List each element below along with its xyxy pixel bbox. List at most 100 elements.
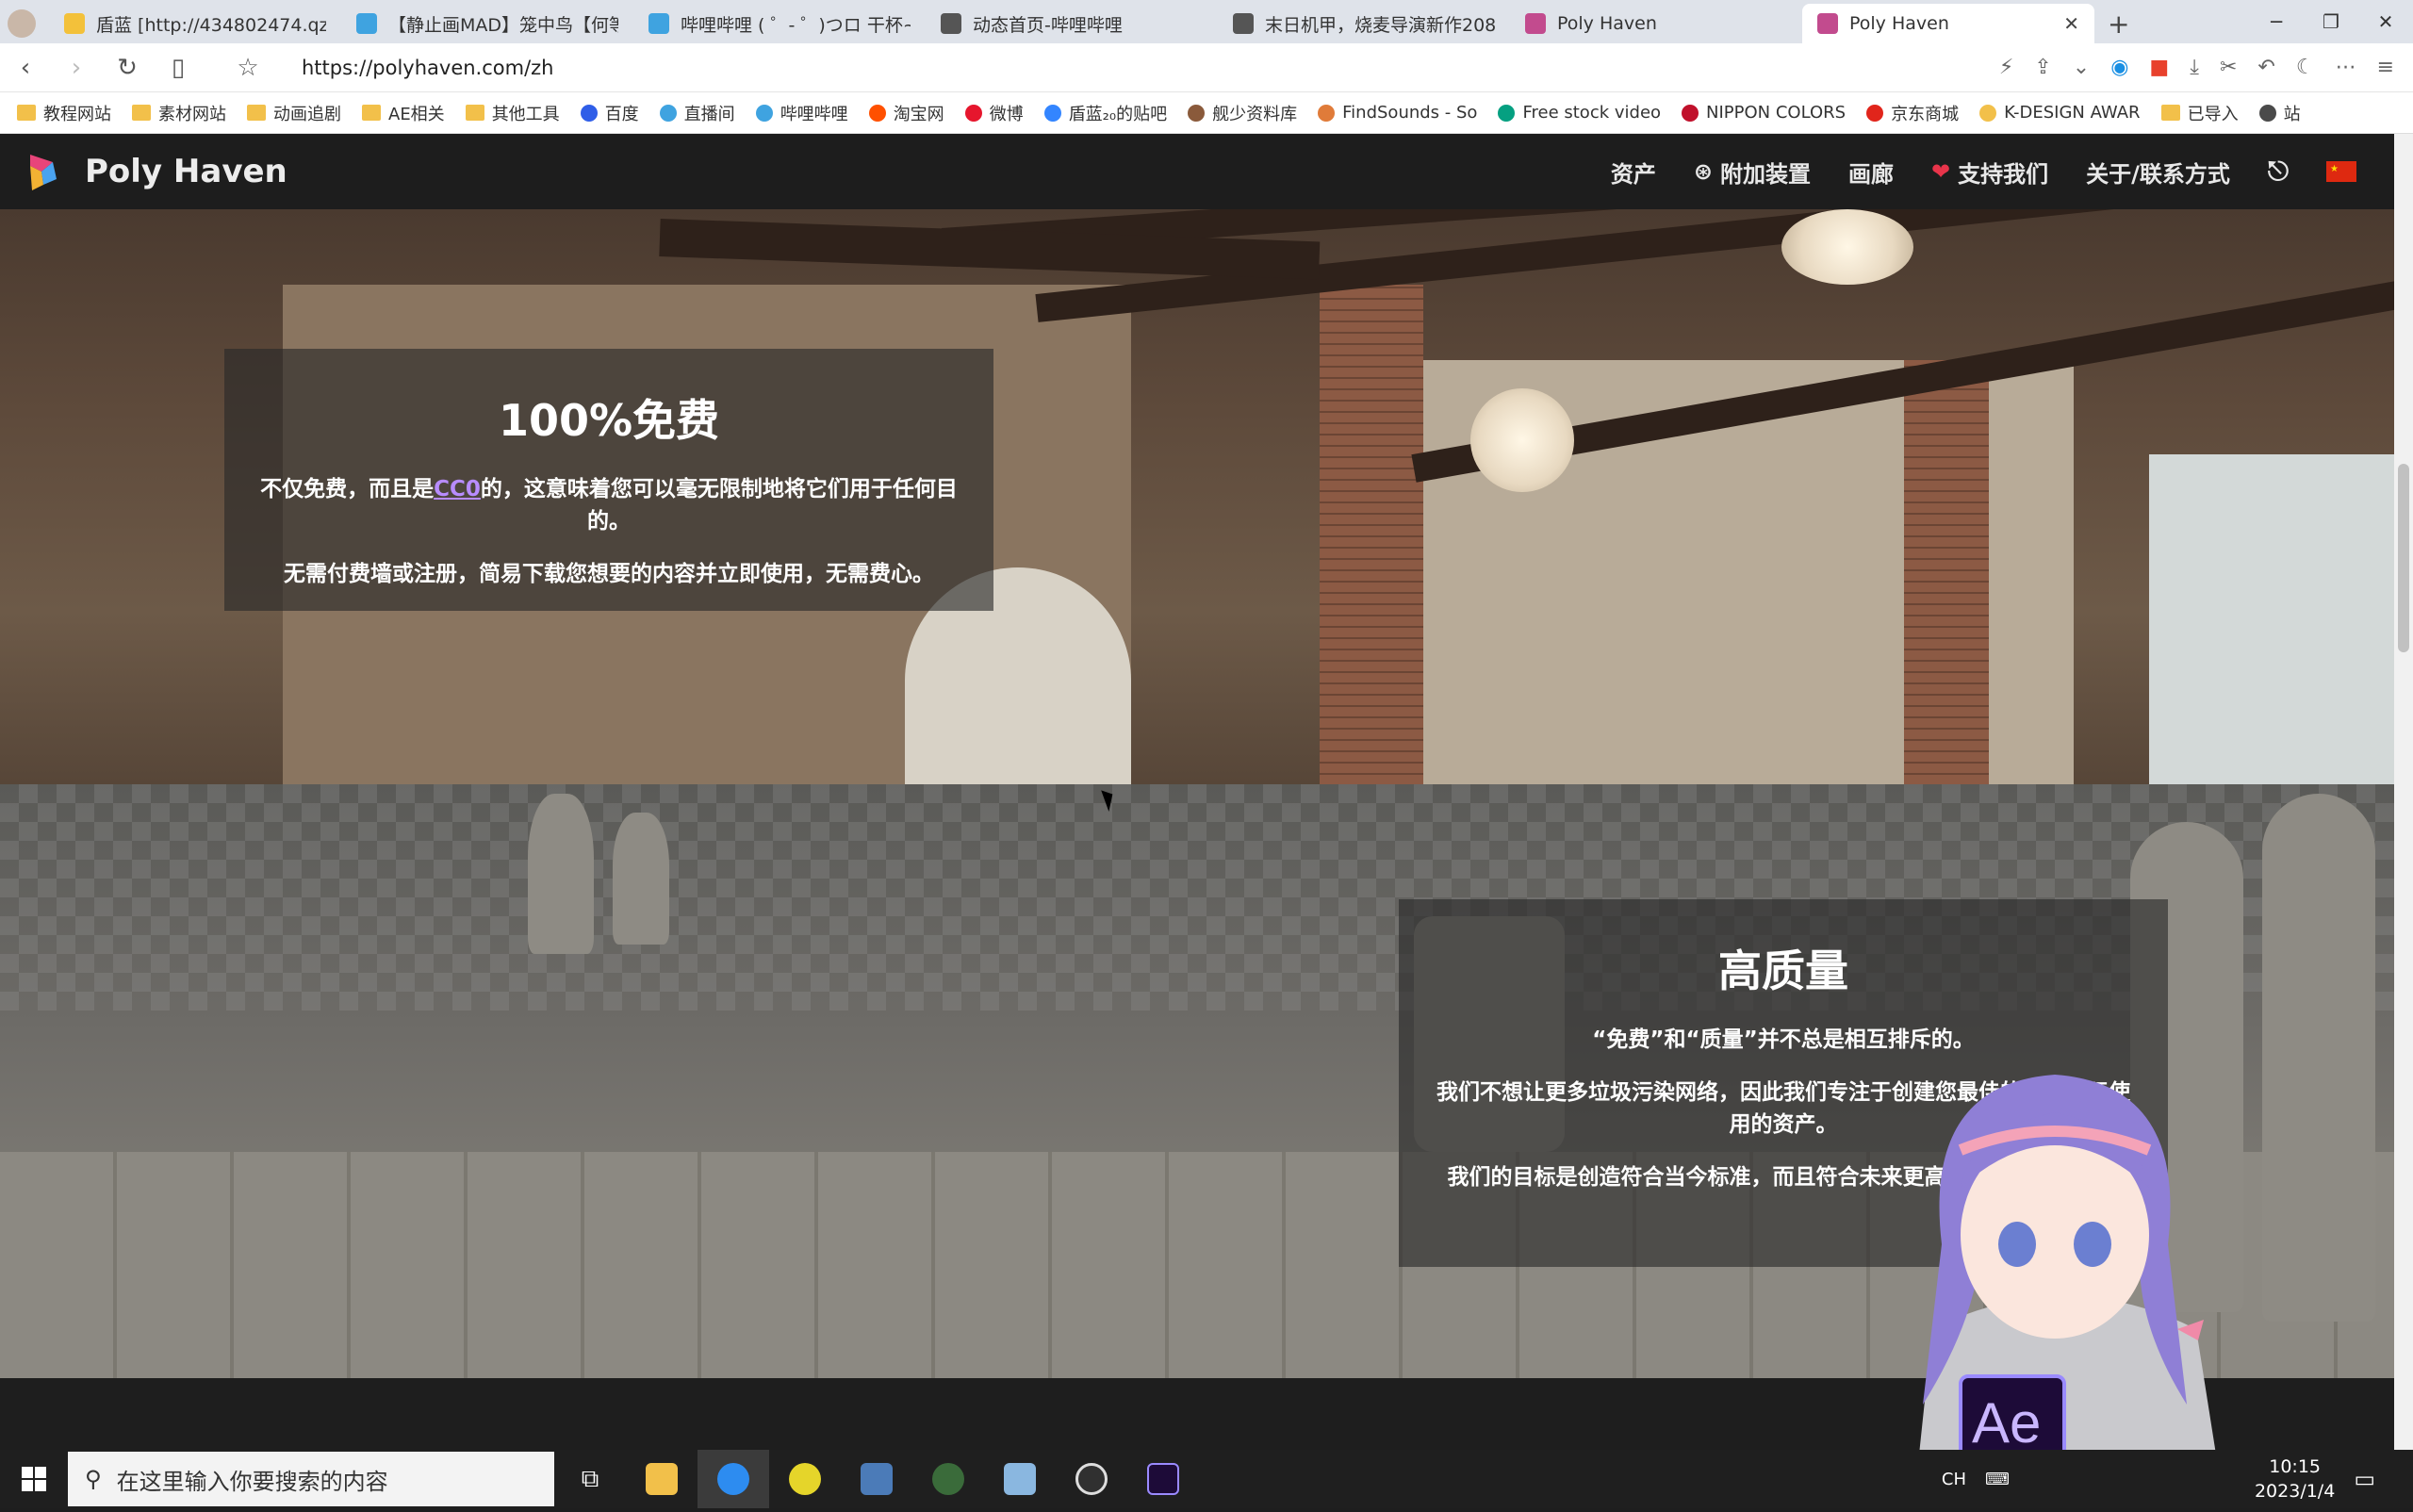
bookmark-item[interactable]: 微博 bbox=[964, 101, 1024, 125]
window-controls: ─ ❐ ✕ bbox=[2249, 0, 2413, 43]
browser-tab[interactable]: 末日机甲，烧麦导演新作2089 bbox=[1218, 4, 1510, 43]
minimize-icon[interactable]: ─ bbox=[2249, 0, 2304, 43]
address-toolbar: ‹ › ↻ ▯ ☆ https://polyhaven.com/zh ⚡ ⇪ ⌄… bbox=[0, 43, 2413, 92]
site-favicon-icon bbox=[755, 104, 773, 122]
folder-icon bbox=[362, 105, 381, 121]
profile-avatar[interactable] bbox=[0, 4, 49, 43]
nav-about[interactable]: 关于/联系方式 bbox=[2086, 156, 2230, 189]
tab-favicon-icon bbox=[941, 13, 961, 34]
app-icon-green[interactable] bbox=[769, 1450, 841, 1508]
windows-taskbar: ⚲ 在这里输入你要搜索的内容 ⧉ CH ⌨ 10:15 2023/1/4 ▭ bbox=[0, 1450, 2413, 1508]
share-icon[interactable]: ⇪ bbox=[2034, 56, 2051, 79]
cc0-link[interactable]: CC0 bbox=[434, 477, 481, 501]
star-icon[interactable]: ☆ bbox=[222, 54, 273, 82]
blender-icon: ⊛ bbox=[1693, 158, 1713, 185]
china-flag-icon[interactable]: ★ bbox=[2326, 161, 2356, 182]
calculator-icon[interactable] bbox=[841, 1450, 912, 1508]
url-input[interactable]: https://polyhaven.com/zh bbox=[302, 57, 1999, 79]
bookmark-item[interactable]: 哔哩哔哩 bbox=[755, 101, 848, 125]
bookmark-item[interactable]: 站 bbox=[2258, 101, 2301, 125]
site-header: Poly Haven 资产 ⊛ 附加装置 画廊 ❤ 支持我们 关于/联系方式 ⎋ ★ bbox=[0, 134, 2394, 209]
file-explorer-icon[interactable] bbox=[626, 1450, 698, 1508]
scrollbar-thumb[interactable] bbox=[2398, 464, 2409, 652]
new-tab-button[interactable]: + bbox=[2094, 4, 2142, 43]
chevron-down-icon[interactable]: ⌄ bbox=[2073, 56, 2090, 79]
login-icon[interactable]: ⎋ bbox=[2268, 156, 2289, 188]
app-icon-vi[interactable] bbox=[984, 1450, 1056, 1508]
bookmark-item[interactable]: NIPPON COLORS bbox=[1682, 103, 1846, 123]
bookmark-item[interactable]: 直播间 bbox=[659, 101, 735, 125]
restore-icon[interactable]: ❐ bbox=[2304, 0, 2358, 43]
tab-favicon-icon bbox=[64, 13, 85, 34]
app-icon-dark[interactable] bbox=[912, 1450, 984, 1508]
menu-icon[interactable]: ≡ bbox=[2377, 56, 2394, 79]
close-tab-icon[interactable]: ✕ bbox=[2063, 12, 2079, 35]
page-scrollbar[interactable] bbox=[2394, 134, 2413, 1450]
bookmark-item[interactable]: 百度 bbox=[580, 101, 639, 125]
extension-icon[interactable]: ◉ bbox=[2110, 56, 2128, 79]
more-icon[interactable]: ⋯ bbox=[2336, 56, 2356, 79]
bookmark-item[interactable]: 动画追剧 bbox=[247, 101, 341, 125]
nav-support[interactable]: ❤ 支持我们 bbox=[1931, 156, 2048, 189]
site-favicon-icon bbox=[1979, 104, 1997, 122]
obs-icon[interactable] bbox=[1056, 1450, 1127, 1508]
brand-name[interactable]: Poly Haven bbox=[85, 153, 287, 190]
undo-icon[interactable]: ↶ bbox=[2257, 56, 2274, 79]
windows-start-icon[interactable] bbox=[0, 1450, 68, 1508]
clock[interactable]: 10:15 2023/1/4 bbox=[2255, 1454, 2335, 1504]
keyboard-icon[interactable]: ⌨ bbox=[1985, 1470, 2010, 1489]
close-window-icon[interactable]: ✕ bbox=[2358, 0, 2413, 43]
taskbar-search-input[interactable]: ⚲ 在这里输入你要搜索的内容 bbox=[68, 1452, 554, 1506]
site-favicon-icon bbox=[964, 104, 982, 122]
forward-icon[interactable]: › bbox=[51, 54, 102, 82]
bookmark-item[interactable]: 教程网站 bbox=[17, 101, 111, 125]
browser-tab-active[interactable]: Poly Haven ✕ bbox=[1802, 4, 2094, 43]
site-favicon-icon bbox=[1682, 104, 1699, 122]
search-icon: ⚲ bbox=[85, 1466, 102, 1492]
bookmark-item[interactable]: 已导入 bbox=[2160, 101, 2239, 125]
free-card-title: 100%免费 bbox=[498, 395, 720, 446]
nav-addons[interactable]: ⊛ 附加装置 bbox=[1694, 156, 1811, 189]
site-favicon-icon bbox=[2258, 104, 2276, 122]
download-icon[interactable]: ⤓ bbox=[2190, 56, 2199, 79]
browser-tab[interactable]: 盾蓝 [http://434802474.qzon bbox=[49, 4, 341, 43]
bookmark-item[interactable]: 淘宝网 bbox=[868, 101, 944, 125]
ime-indicator[interactable]: CH bbox=[1942, 1470, 1966, 1489]
nav-assets[interactable]: 资产 bbox=[1611, 156, 1656, 189]
free-card: 100%免费 不仅免费，而且是CC0的，这意味着您可以毫无限制地将它们用于任何目… bbox=[224, 349, 993, 611]
site-favicon-icon bbox=[1188, 104, 1206, 122]
lightning-icon[interactable]: ⚡ bbox=[1999, 56, 2013, 79]
bookmark-item[interactable]: Free stock video bbox=[1498, 103, 1661, 123]
bookmark-item[interactable]: K-DESIGN AWAR bbox=[1979, 103, 2141, 123]
nav-gallery[interactable]: 画廊 bbox=[1848, 156, 1894, 189]
translate-icon[interactable]: ■ bbox=[2149, 56, 2169, 79]
bookmark-item[interactable]: 素材网站 bbox=[132, 101, 226, 125]
browser-tab[interactable]: Poly Haven bbox=[1510, 4, 1802, 43]
back-icon[interactable]: ‹ bbox=[0, 54, 51, 82]
site-favicon-icon bbox=[1318, 104, 1336, 122]
folder-icon bbox=[2160, 105, 2180, 121]
folder-icon bbox=[17, 105, 36, 121]
tab-favicon-icon bbox=[1525, 13, 1546, 34]
reader-icon[interactable]: ▯ bbox=[153, 54, 204, 82]
after-effects-icon[interactable] bbox=[1127, 1450, 1199, 1508]
bookmark-item[interactable]: 舰少资料库 bbox=[1188, 101, 1297, 125]
bookmarks-bar: 教程网站 素材网站 动画追剧 AE相关 其他工具 百度 直播间 哔哩哔哩 淘宝网 微博 盾蓝₂₀的贴… bbox=[0, 92, 2413, 134]
site-favicon-icon bbox=[868, 104, 886, 122]
bookmark-item[interactable]: 其他工具 bbox=[465, 101, 560, 125]
browser-tab[interactable]: 【静止画MAD】笼中鸟【何等 bbox=[341, 4, 633, 43]
bookmark-item[interactable]: 京东商城 bbox=[1866, 101, 1959, 125]
bookmark-item[interactable]: 盾蓝₂₀的贴吧 bbox=[1043, 101, 1167, 125]
browser-app-icon[interactable] bbox=[698, 1450, 769, 1508]
notification-icon[interactable]: ▭ bbox=[2354, 1466, 2375, 1492]
browser-tab[interactable]: 动态首页-哔哩哔哩 bbox=[926, 4, 1218, 43]
bookmark-item[interactable]: AE相关 bbox=[362, 101, 445, 125]
browser-tab[interactable]: 哔哩哔哩 ( ゜- ゜)つロ 干杯~-b bbox=[633, 4, 926, 43]
heart-icon: ❤ bbox=[1930, 158, 1951, 185]
reload-icon[interactable]: ↻ bbox=[102, 54, 153, 82]
poly-haven-logo-icon[interactable] bbox=[23, 151, 64, 192]
scissors-icon[interactable]: ✂ bbox=[2220, 56, 2237, 79]
bookmark-item[interactable]: FindSounds - So bbox=[1318, 103, 1477, 123]
moon-icon[interactable]: ☾ bbox=[2296, 56, 2315, 79]
task-view-icon[interactable]: ⧉ bbox=[554, 1450, 626, 1508]
